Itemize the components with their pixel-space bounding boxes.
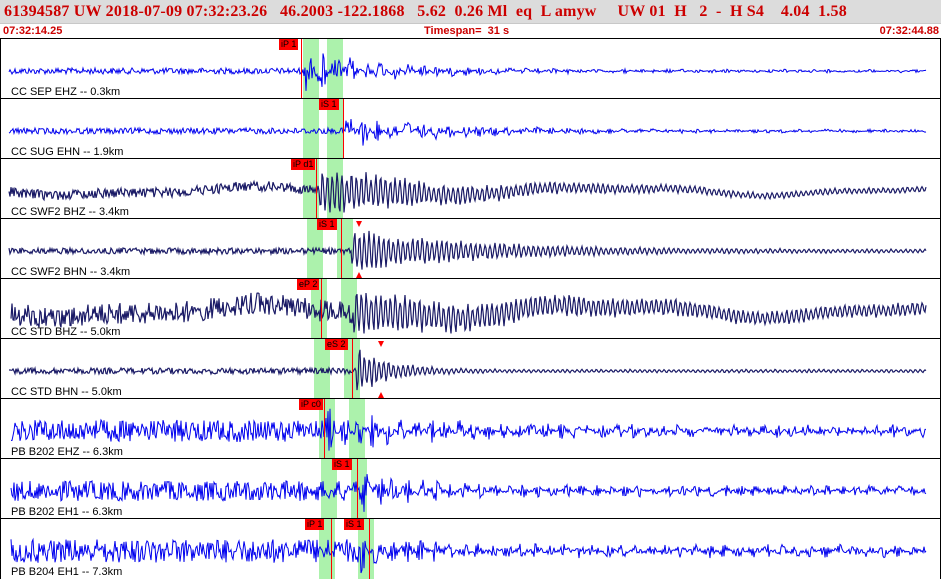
event-summary: 61394587 UW 2018-07-09 07:32:23.26 46.20…: [4, 3, 847, 20]
trace-panel[interactable]: iP 1 CC SEP EHZ -- 0.3km: [0, 38, 941, 99]
seismogram-trace: [8, 118, 927, 146]
channel-label: PB B204 EH1 -- 7.3km: [11, 566, 123, 578]
trace-panel[interactable]: iS 1 CC SWF2 BHN -- 3.4km: [0, 218, 941, 279]
phase-pick-tag[interactable]: iP 1: [279, 39, 299, 50]
phase-pick-tag[interactable]: iS 1: [344, 519, 364, 530]
seismogram-trace: [10, 408, 926, 451]
channel-label: CC SWF2 BHN -- 3.4km: [11, 266, 131, 278]
waveform: [10, 537, 927, 574]
waveform: [8, 118, 927, 146]
waveform: [8, 53, 927, 91]
phase-pick-line[interactable]: [316, 159, 317, 219]
phase-pick-tag[interactable]: iP d1: [291, 159, 316, 170]
amplitude-marker: [378, 341, 384, 347]
phase-pick-line[interactable]: [331, 519, 332, 579]
trace-panel[interactable]: iP 1 iS 1 PB B204 EH1 -- 7.3km: [0, 518, 941, 579]
amplitude-marker: [356, 221, 362, 227]
waveform: [9, 341, 927, 398]
waveform: [10, 474, 927, 512]
channel-label: CC STD BHZ -- 5.0km: [11, 326, 121, 338]
phase-pick-line[interactable]: [321, 279, 322, 339]
seismogram-trace: [8, 230, 927, 270]
phase-pick-line[interactable]: [341, 219, 342, 279]
trace-panel[interactable]: iP d1 CC SWF2 BHZ -- 3.4km: [0, 158, 941, 219]
phase-pick-tag[interactable]: iP 1: [305, 519, 325, 530]
seismogram-trace: [8, 172, 927, 213]
phase-pick-tag[interactable]: iP c0: [299, 399, 323, 410]
waveform: [8, 221, 927, 278]
seismogram-trace: [10, 292, 927, 334]
phase-pick-line[interactable]: [357, 459, 358, 519]
phase-pick-line[interactable]: [352, 339, 353, 399]
seismogram-trace: [10, 474, 927, 512]
trace-panel[interactable]: eP 2 CC STD BHZ -- 5.0km: [0, 278, 941, 339]
waveform-panels[interactable]: iP 1 CC SEP EHZ -- 0.3km iS 1 CC SUG EHN --…: [0, 38, 941, 580]
start-time: 07:32:14.25: [3, 25, 63, 37]
phase-pick-line[interactable]: [343, 99, 344, 159]
phase-pick-line[interactable]: [369, 519, 370, 579]
trace-panel[interactable]: iS 1 CC SUG EHN -- 1.9km: [0, 98, 941, 159]
seismogram-trace: [9, 349, 927, 391]
phase-pick-tag[interactable]: eS 2: [325, 339, 348, 350]
seismogram-trace: [10, 537, 927, 574]
channel-label: CC STD BHN -- 5.0km: [11, 386, 122, 398]
phase-pick-line[interactable]: [301, 39, 302, 99]
phase-pick-tag[interactable]: eP 2: [297, 279, 320, 290]
waveform: [8, 172, 927, 213]
channel-label: CC SWF2 BHZ -- 3.4km: [11, 206, 129, 218]
timespan-label: Timespan= 31 s: [424, 25, 510, 37]
trace-panel[interactable]: iP c0 PB B202 EHZ -- 6.3km: [0, 398, 941, 459]
phase-pick-tag[interactable]: iS 1: [317, 219, 337, 230]
phase-pick-tag[interactable]: iS 1: [332, 459, 352, 470]
channel-label: CC SUG EHN -- 1.9km: [11, 146, 124, 158]
trace-panel[interactable]: eS 2 CC STD BHN -- 5.0km: [0, 338, 941, 399]
phase-pick-line[interactable]: [324, 399, 325, 459]
channel-label: PB B202 EH1 -- 6.3km: [11, 506, 123, 518]
channel-label: PB B202 EHZ -- 6.3km: [11, 446, 123, 458]
waveform: [10, 292, 927, 334]
time-axis-bar: 07:32:14.25 Timespan= 31 s 07:32:44.88: [0, 24, 941, 38]
channel-label: CC SEP EHZ -- 0.3km: [11, 86, 121, 98]
title-bar: 61394587 UW 2018-07-09 07:32:23.26 46.20…: [0, 0, 941, 24]
trace-panel[interactable]: iS 1 PB B202 EH1 -- 6.3km: [0, 458, 941, 519]
phase-pick-tag[interactable]: iS 1: [319, 99, 339, 110]
end-time: 07:32:44.88: [879, 25, 939, 37]
seismogram-trace: [8, 53, 927, 91]
waveform: [10, 408, 926, 451]
